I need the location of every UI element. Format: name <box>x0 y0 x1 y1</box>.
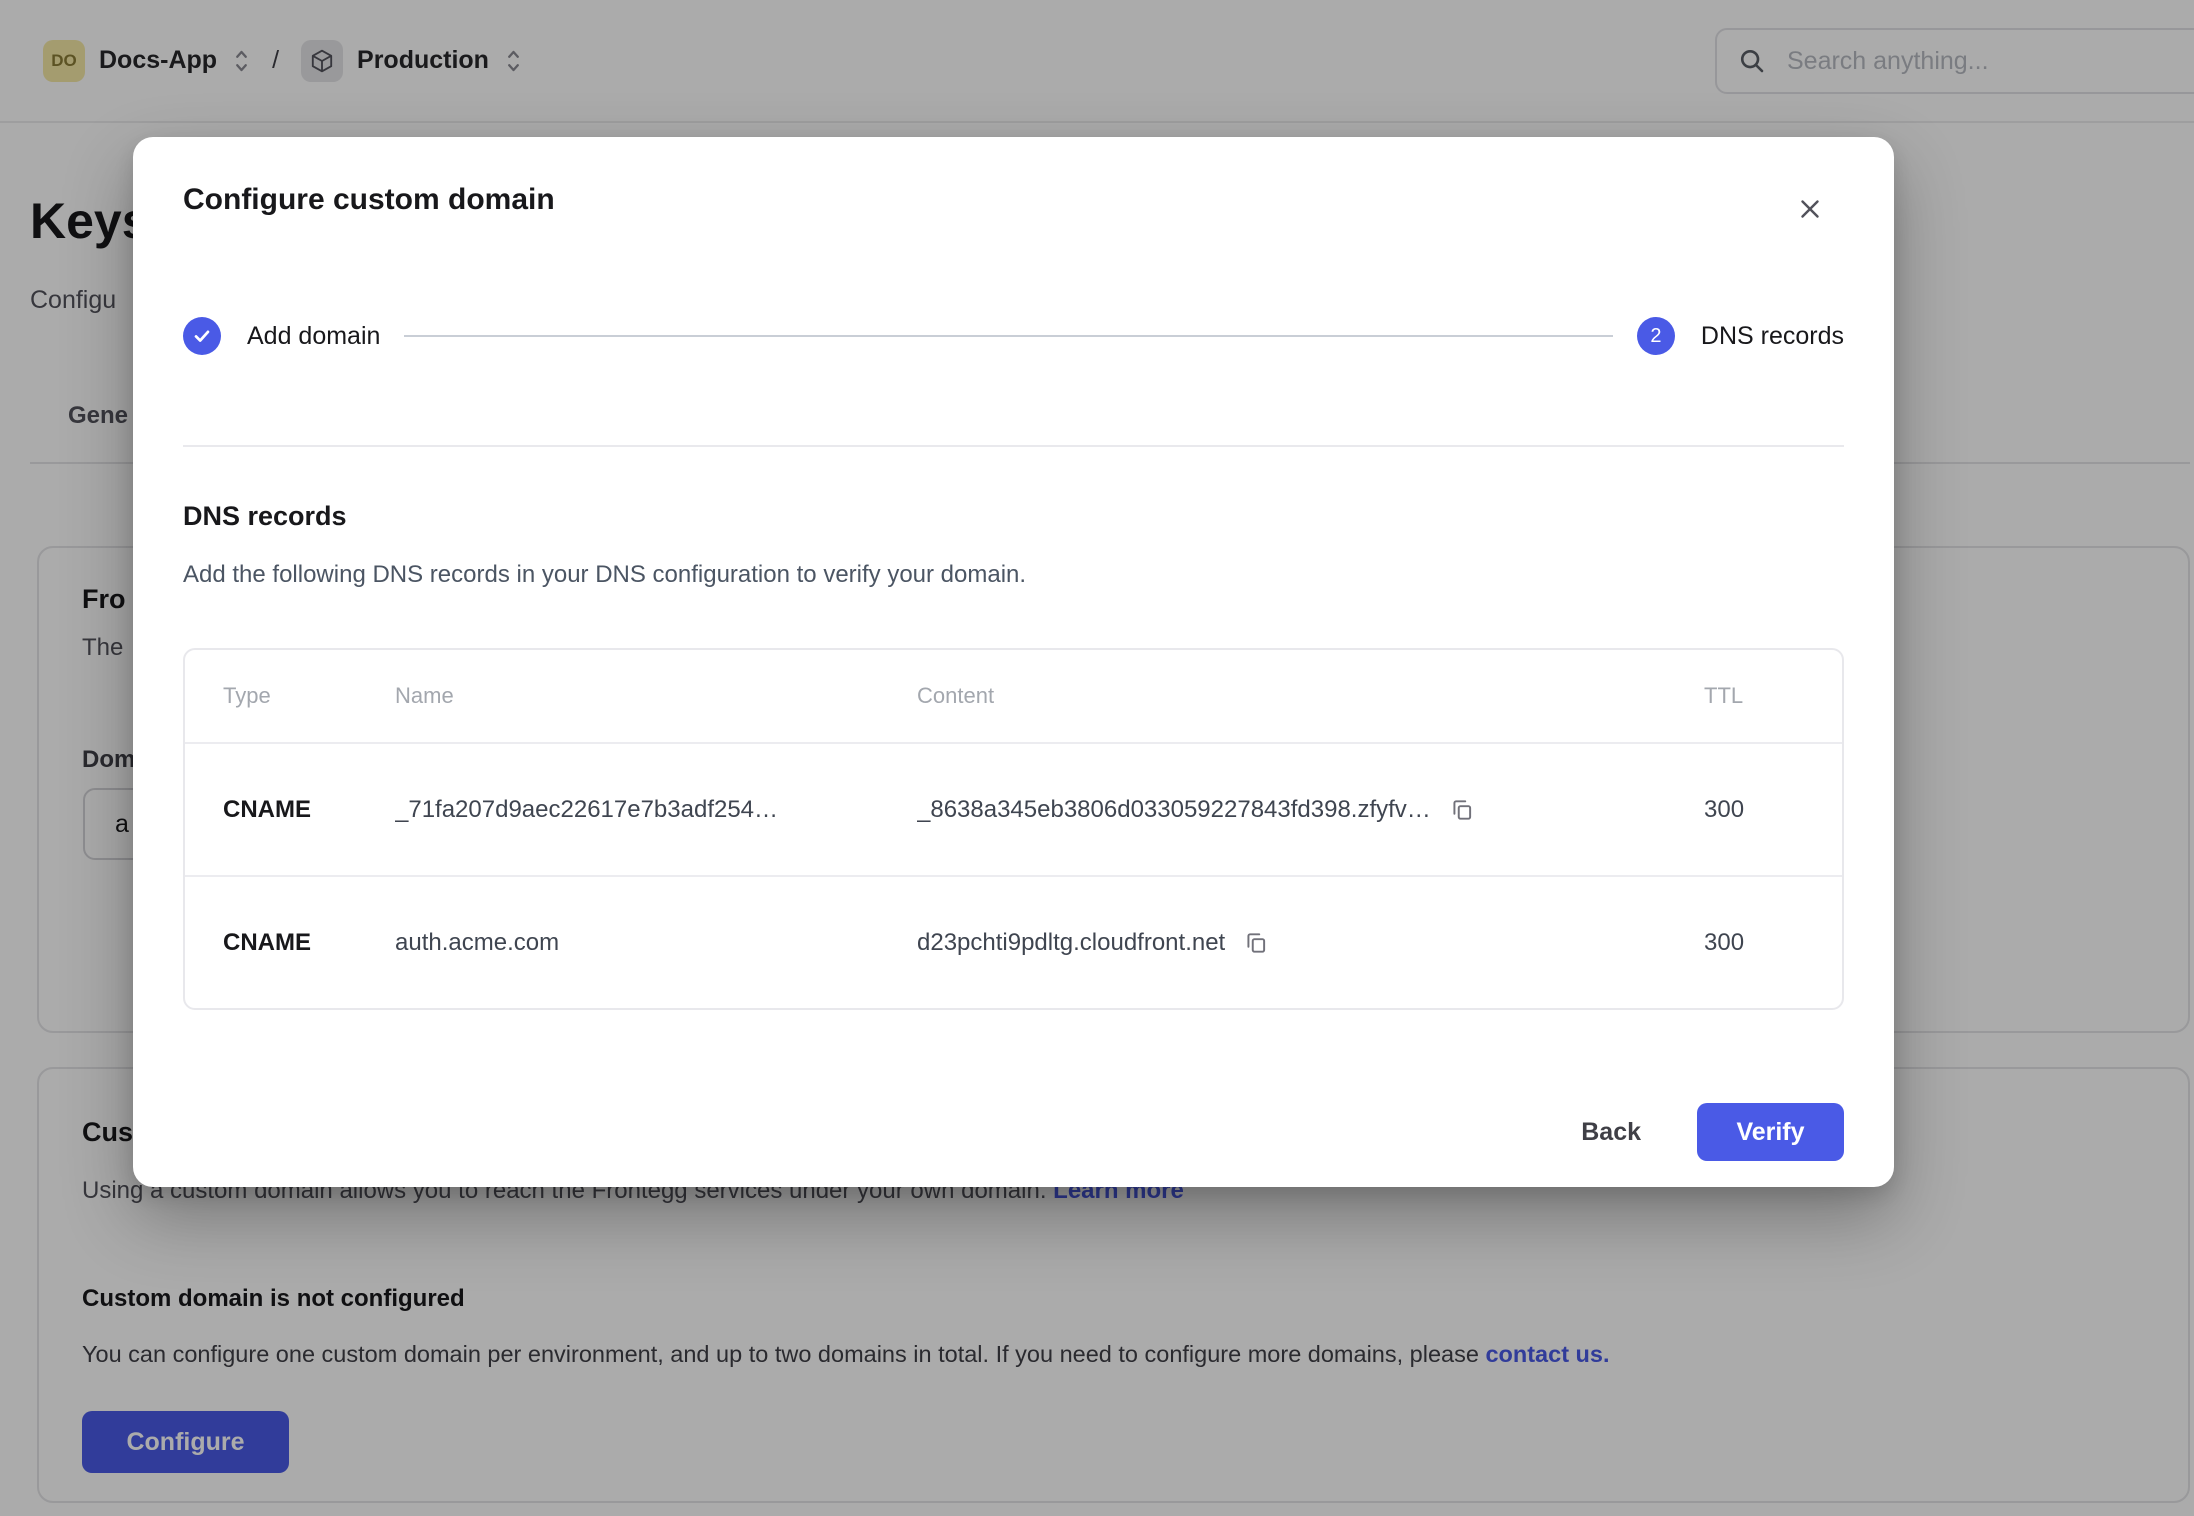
configure-custom-domain-modal: Configure custom domain Add domain 2 DNS… <box>133 137 1894 1187</box>
copy-button[interactable] <box>1243 930 1269 956</box>
step-complete-circle <box>183 317 221 355</box>
back-button[interactable]: Back <box>1581 1118 1641 1147</box>
check-icon <box>191 325 213 347</box>
record-name: auth.acme.com <box>395 929 917 957</box>
step-label: Add domain <box>247 322 380 351</box>
record-content: _8638a345eb3806d033059227843fd398.zfyfv… <box>917 796 1431 824</box>
modal-footer: Back Verify <box>183 1103 1844 1161</box>
record-ttl: 300 <box>1704 796 1804 824</box>
step-number-circle: 2 <box>1637 317 1675 355</box>
record-type: CNAME <box>223 796 395 824</box>
table-row: CNAME _71fa207d9aec22617e7b3adf254… _863… <box>185 744 1842 877</box>
header-content: Content <box>917 683 1704 709</box>
verify-button[interactable]: Verify <box>1697 1103 1844 1161</box>
header-ttl: TTL <box>1704 683 1804 709</box>
copy-icon <box>1243 930 1269 956</box>
step-label: DNS records <box>1701 322 1844 351</box>
modal-divider <box>183 445 1844 447</box>
dns-records-heading: DNS records <box>183 499 1844 533</box>
close-button[interactable] <box>1790 189 1830 229</box>
record-content: d23pchti9pdltg.cloudfront.net <box>917 929 1225 957</box>
record-type: CNAME <box>223 929 395 957</box>
table-header-row: Type Name Content TTL <box>185 650 1842 744</box>
dns-records-table: Type Name Content TTL CNAME _71fa207d9ae… <box>183 648 1844 1010</box>
copy-icon <box>1449 797 1475 823</box>
stepper-connector <box>404 335 1612 337</box>
step-dns-records: 2 DNS records <box>1637 317 1844 355</box>
step-add-domain: Add domain <box>183 317 380 355</box>
record-ttl: 300 <box>1704 929 1804 957</box>
record-name: _71fa207d9aec22617e7b3adf254… <box>395 796 917 824</box>
header-type: Type <box>223 683 395 709</box>
header-name: Name <box>395 683 917 709</box>
copy-button[interactable] <box>1449 797 1475 823</box>
table-row: CNAME auth.acme.com d23pchti9pdltg.cloud… <box>185 877 1842 1008</box>
close-icon <box>1795 194 1825 224</box>
dns-records-description: Add the following DNS records in your DN… <box>183 559 1844 591</box>
modal-title: Configure custom domain <box>183 137 1844 219</box>
stepper: Add domain 2 DNS records <box>183 317 1844 355</box>
